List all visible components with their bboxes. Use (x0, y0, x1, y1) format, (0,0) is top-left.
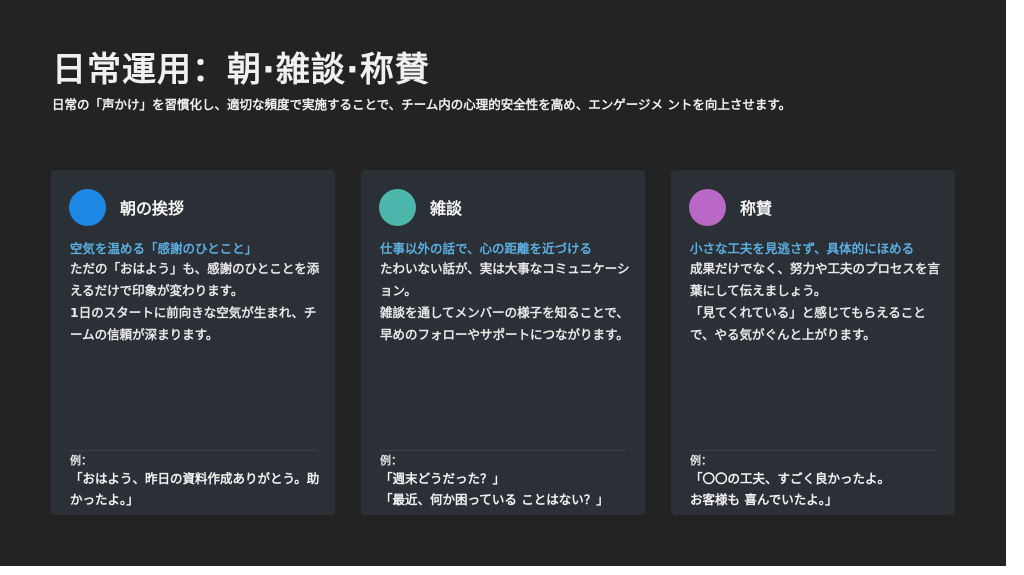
card-body-paragraph: 「見てくれている」と感じてもらえることで、やる気がぐんと上がります。 (690, 305, 926, 342)
card-body-paragraph: 雑談を通してメンバーの様子を知ることで、早めのフォローやサポートにつながります。 (380, 305, 629, 342)
example-text: 「週末どうだった？」 「最近、何か困っている ことはない？」 (380, 468, 640, 510)
example-line: 「最近、何か困っている ことはない？」 (380, 492, 609, 507)
card-body-paragraph: ただの「おはよう」も、感謝のひとことを添えるだけで印象が変わります。 (70, 261, 320, 298)
example-line: 「週末どうだった？」 (380, 471, 506, 486)
divider (70, 450, 316, 451)
card-title: 称賛 (740, 199, 773, 218)
slide: 日常運用：朝·雑談·称賛 日常の「声かけ」を習慣化し、適切な頻度で実施することで… (0, 0, 1006, 566)
card-small-talk: 雑談 仕事以外の話で、心の距離を近づける たわいない話が、実は大事なコミュニケー… (361, 170, 645, 515)
card-highlight: 仕事以外の話で、心の距離を近づける (380, 241, 593, 256)
example-label: 例： (690, 454, 712, 467)
card-highlight: 空気を温める「感謝のひとこと」 (70, 241, 258, 256)
card-header: 称賛 (689, 188, 772, 226)
slide-title: 日常運用：朝·雑談·称賛 (52, 50, 430, 90)
blue-circle-icon (69, 188, 106, 226)
card-body: ただの「おはよう」も、感謝のひとことを添えるだけで印象が変わります。 1日のスタ… (70, 258, 320, 346)
card-body: 成果だけでなく、努力や工夫のプロセスを言葉にして伝えましょう。 「見てくれている… (690, 258, 940, 346)
card-title: 雑談 (430, 199, 463, 218)
card-body-paragraph: 成果だけでなく、努力や工夫のプロセスを言葉にして伝えましょう。 (690, 261, 941, 298)
card-header: 雑談 (379, 188, 462, 226)
example-text: 「〇〇の工夫、すごく良かったよ。 お客様も 喜んでいたよ。」 (690, 468, 950, 510)
example-label: 例： (380, 454, 402, 467)
divider (690, 450, 936, 451)
example-line: 「おはよう、昨日の資料作成ありがとう。助 かったよ。」 (70, 471, 320, 507)
card-header: 朝の挨拶 (69, 188, 184, 226)
example-line: 「〇〇の工夫、すごく良かったよ。 (690, 471, 891, 486)
card-praise: 称賛 小さな工夫を見逃さず、具体的にほめる 成果だけでなく、努力や工夫のプロセス… (671, 170, 955, 515)
card-body-paragraph: 1日のスタートに前向きな空気が生まれ、チームの信頼が深まります。 (70, 305, 317, 342)
purple-circle-icon (689, 188, 726, 226)
example-label: 例： (70, 454, 92, 467)
example-line: お客様も 喜んでいたよ。」 (690, 492, 838, 507)
slide-subtitle: 日常の「声かけ」を習慣化し、適切な頻度で実施することで、チーム内の心理的安全性を… (52, 97, 792, 112)
card-body: たわいない話が、実は大事なコミュニケーション。 雑談を通してメンバーの様子を知る… (380, 258, 630, 346)
card-highlight: 小さな工夫を見逃さず、具体的にほめる (690, 241, 915, 256)
card-title: 朝の挨拶 (120, 199, 185, 218)
card-body-paragraph: たわいない話が、実は大事なコミュニケーション。 (380, 261, 630, 298)
teal-circle-icon (379, 188, 416, 226)
card-morning-greeting: 朝の挨拶 空気を温める「感謝のひとこと」 ただの「おはよう」も、感謝のひとことを… (51, 170, 335, 515)
divider (380, 450, 626, 451)
example-text: 「おはよう、昨日の資料作成ありがとう。助 かったよ。」 (70, 468, 330, 510)
